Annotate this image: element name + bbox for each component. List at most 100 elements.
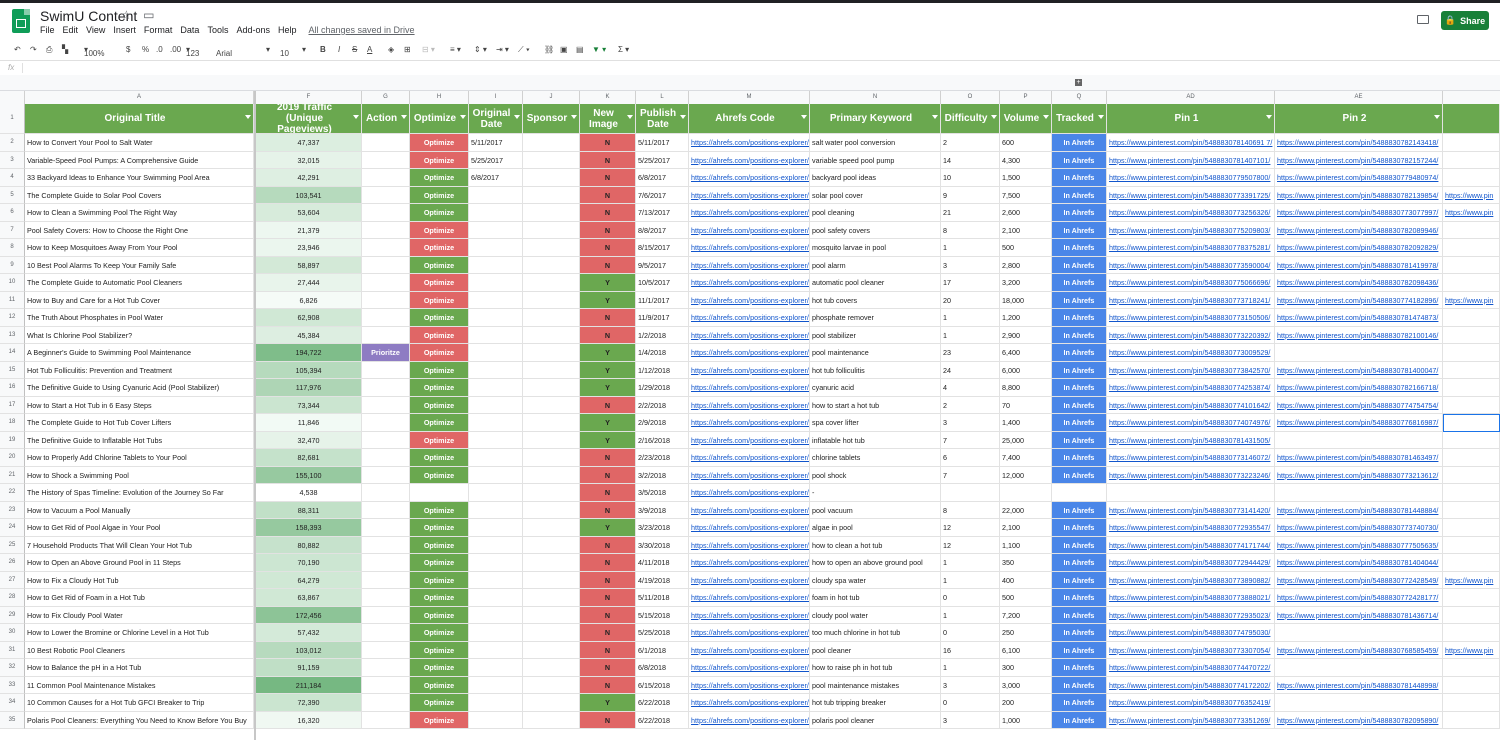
filter-dropdown-icon[interactable] <box>627 115 633 119</box>
cell-publish-date[interactable]: 7/6/2017 <box>636 186 689 204</box>
bold-button[interactable]: B <box>320 45 326 54</box>
header-volume[interactable]: Volume <box>1000 104 1052 134</box>
cell-optimize[interactable]: Optimize <box>410 204 469 222</box>
cell-optimize[interactable]: Optimize <box>410 606 469 624</box>
cell-sponsor[interactable] <box>523 589 580 607</box>
cell-primary-keyword[interactable]: automatic pool cleaner <box>810 274 941 292</box>
cell-optimize[interactable]: Optimize <box>410 309 469 327</box>
cell-new-image[interactable]: N <box>580 676 636 694</box>
cell-optimize[interactable]: Optimize <box>410 624 469 642</box>
increase-decimal-button[interactable]: .00 <box>170 45 181 54</box>
filter-dropdown-icon[interactable] <box>460 115 466 119</box>
cell-pin-2-link[interactable]: https://www.pinterest.com/pin/5488830772… <box>1275 589 1443 607</box>
sheets-logo-icon[interactable] <box>12 9 30 33</box>
cell-primary-keyword[interactable]: - <box>810 484 941 502</box>
col-header-i[interactable]: I <box>469 91 523 104</box>
cell-traffic[interactable]: 27,444 <box>256 274 362 292</box>
cell-publish-date[interactable]: 6/8/2018 <box>636 659 689 677</box>
cell-pin-2-link[interactable]: https://www.pinterest.com/pin/5488830782… <box>1275 711 1443 729</box>
cell-ahrefs-link[interactable]: https://ahrefs.com/positions-explorer/s <box>689 536 810 554</box>
cell-volume[interactable]: 7,500 <box>1000 186 1052 204</box>
cell-optimize[interactable]: Optimize <box>410 326 469 344</box>
cell-original-date[interactable] <box>469 554 523 572</box>
cell-action[interactable] <box>362 309 410 327</box>
row-number[interactable]: 7 <box>0 221 25 239</box>
cell-primary-keyword[interactable]: pool shock <box>810 466 941 484</box>
cell-pin-1-link[interactable]: https://www.pinterest.com/pin/5488830773… <box>1107 711 1275 729</box>
cell-sponsor[interactable] <box>523 466 580 484</box>
cell-pin-1-link[interactable]: https://www.pinterest.com/pin/5488830774… <box>1107 676 1275 694</box>
cell-tracked[interactable]: In Ahrefs <box>1052 501 1107 519</box>
cell-primary-keyword[interactable]: solar pool cover <box>810 186 941 204</box>
cell-tracked[interactable]: In Ahrefs <box>1052 186 1107 204</box>
cell-pin-1-link[interactable]: https://www.pinterest.com/pin/5488830779… <box>1107 169 1275 187</box>
cell-action[interactable] <box>362 169 410 187</box>
cell-pin-1-link[interactable]: https://www.pinterest.com/pin/5488830781… <box>1107 431 1275 449</box>
cell-pin-1-link[interactable]: https://www.pinterest.com/pin/5488830772… <box>1107 554 1275 572</box>
redo-icon[interactable]: ↷ <box>30 45 37 54</box>
row-number[interactable]: 20 <box>0 449 25 467</box>
cell-optimize[interactable]: Optimize <box>410 571 469 589</box>
cell-difficulty[interactable]: 2 <box>941 134 1000 152</box>
cell-ahrefs-link[interactable]: https://ahrefs.com/positions-explorer/s <box>689 239 810 257</box>
cell-tracked[interactable]: In Ahrefs <box>1052 169 1107 187</box>
cell-difficulty[interactable]: 3 <box>941 414 1000 432</box>
row-number[interactable]: 24 <box>0 519 25 537</box>
cell-ahrefs-link[interactable]: https://ahrefs.com/positions-explorer/s <box>689 501 810 519</box>
cell-new-image[interactable]: N <box>580 641 636 659</box>
cell-sponsor[interactable] <box>523 256 580 274</box>
cell-difficulty[interactable]: 24 <box>941 361 1000 379</box>
cell-publish-date[interactable]: 1/12/2018 <box>636 361 689 379</box>
cell-extra[interactable] <box>1443 256 1500 274</box>
cell-publish-date[interactable]: 5/25/2018 <box>636 624 689 642</box>
cell-ahrefs-link[interactable]: https://ahrefs.com/positions-explorer/s <box>689 326 810 344</box>
cell-extra[interactable] <box>1443 519 1500 537</box>
cell-traffic[interactable]: 80,882 <box>256 536 362 554</box>
cell-original-date[interactable] <box>469 676 523 694</box>
row-number[interactable]: 32 <box>0 659 25 677</box>
cell-original-date[interactable] <box>469 624 523 642</box>
cell-publish-date[interactable]: 2/2/2018 <box>636 396 689 414</box>
cell-difficulty[interactable]: 4 <box>941 379 1000 397</box>
cell-action[interactable] <box>362 624 410 642</box>
filter-dropdown-icon[interactable] <box>932 115 938 119</box>
row-number[interactable]: 15 <box>0 361 25 379</box>
col-header-m[interactable]: M <box>689 91 810 104</box>
insert-chart-icon[interactable]: ▤ <box>576 45 584 54</box>
cell-original-title[interactable]: How to Properly Add Chlorine Tablets to … <box>25 449 254 467</box>
cell-traffic[interactable]: 23,946 <box>256 239 362 257</box>
header-sponsor[interactable]: Sponsor <box>523 104 580 134</box>
col-header-o[interactable]: O <box>941 91 1000 104</box>
cell-new-image[interactable]: N <box>580 309 636 327</box>
cell-ahrefs-link[interactable]: https://ahrefs.com/positions-explorer/s <box>689 379 810 397</box>
cell-publish-date[interactable]: 6/22/2018 <box>636 711 689 729</box>
cell-traffic[interactable]: 6,826 <box>256 291 362 309</box>
cell-original-date[interactable] <box>469 484 523 502</box>
cell-difficulty[interactable]: 8 <box>941 221 1000 239</box>
cell-pin-2-link[interactable]: https://www.pinterest.com/pin/5488830782… <box>1275 221 1443 239</box>
cell-publish-date[interactable]: 3/30/2018 <box>636 536 689 554</box>
cell-traffic[interactable]: 172,456 <box>256 606 362 624</box>
cell-action[interactable] <box>362 151 410 169</box>
row-number[interactable]: 31 <box>0 641 25 659</box>
cell-extra[interactable] <box>1443 624 1500 642</box>
cell-traffic[interactable]: 158,393 <box>256 519 362 537</box>
comments-icon[interactable] <box>1417 15 1429 24</box>
cell-primary-keyword[interactable]: pool vacuum <box>810 501 941 519</box>
cell-ahrefs-link[interactable]: https://ahrefs.com/positions-explorer/s <box>689 186 810 204</box>
row-number[interactable]: 5 <box>0 186 25 204</box>
cell-volume[interactable] <box>1000 484 1052 502</box>
cell-original-date[interactable] <box>469 589 523 607</box>
cell-extra[interactable]: https://www.pin <box>1443 186 1500 204</box>
cell-action[interactable] <box>362 274 410 292</box>
cell-tracked[interactable]: In Ahrefs <box>1052 309 1107 327</box>
cell-tracked[interactable]: In Ahrefs <box>1052 396 1107 414</box>
cell-publish-date[interactable]: 5/15/2018 <box>636 606 689 624</box>
cell-new-image[interactable]: N <box>580 711 636 729</box>
cell-sponsor[interactable] <box>523 536 580 554</box>
cell-action[interactable] <box>362 536 410 554</box>
cell-pin-2-link[interactable]: https://www.pinterest.com/pin/5488830776… <box>1275 414 1443 432</box>
row-number[interactable]: 33 <box>0 676 25 694</box>
cell-traffic[interactable]: 45,384 <box>256 326 362 344</box>
cell-volume[interactable]: 25,000 <box>1000 431 1052 449</box>
